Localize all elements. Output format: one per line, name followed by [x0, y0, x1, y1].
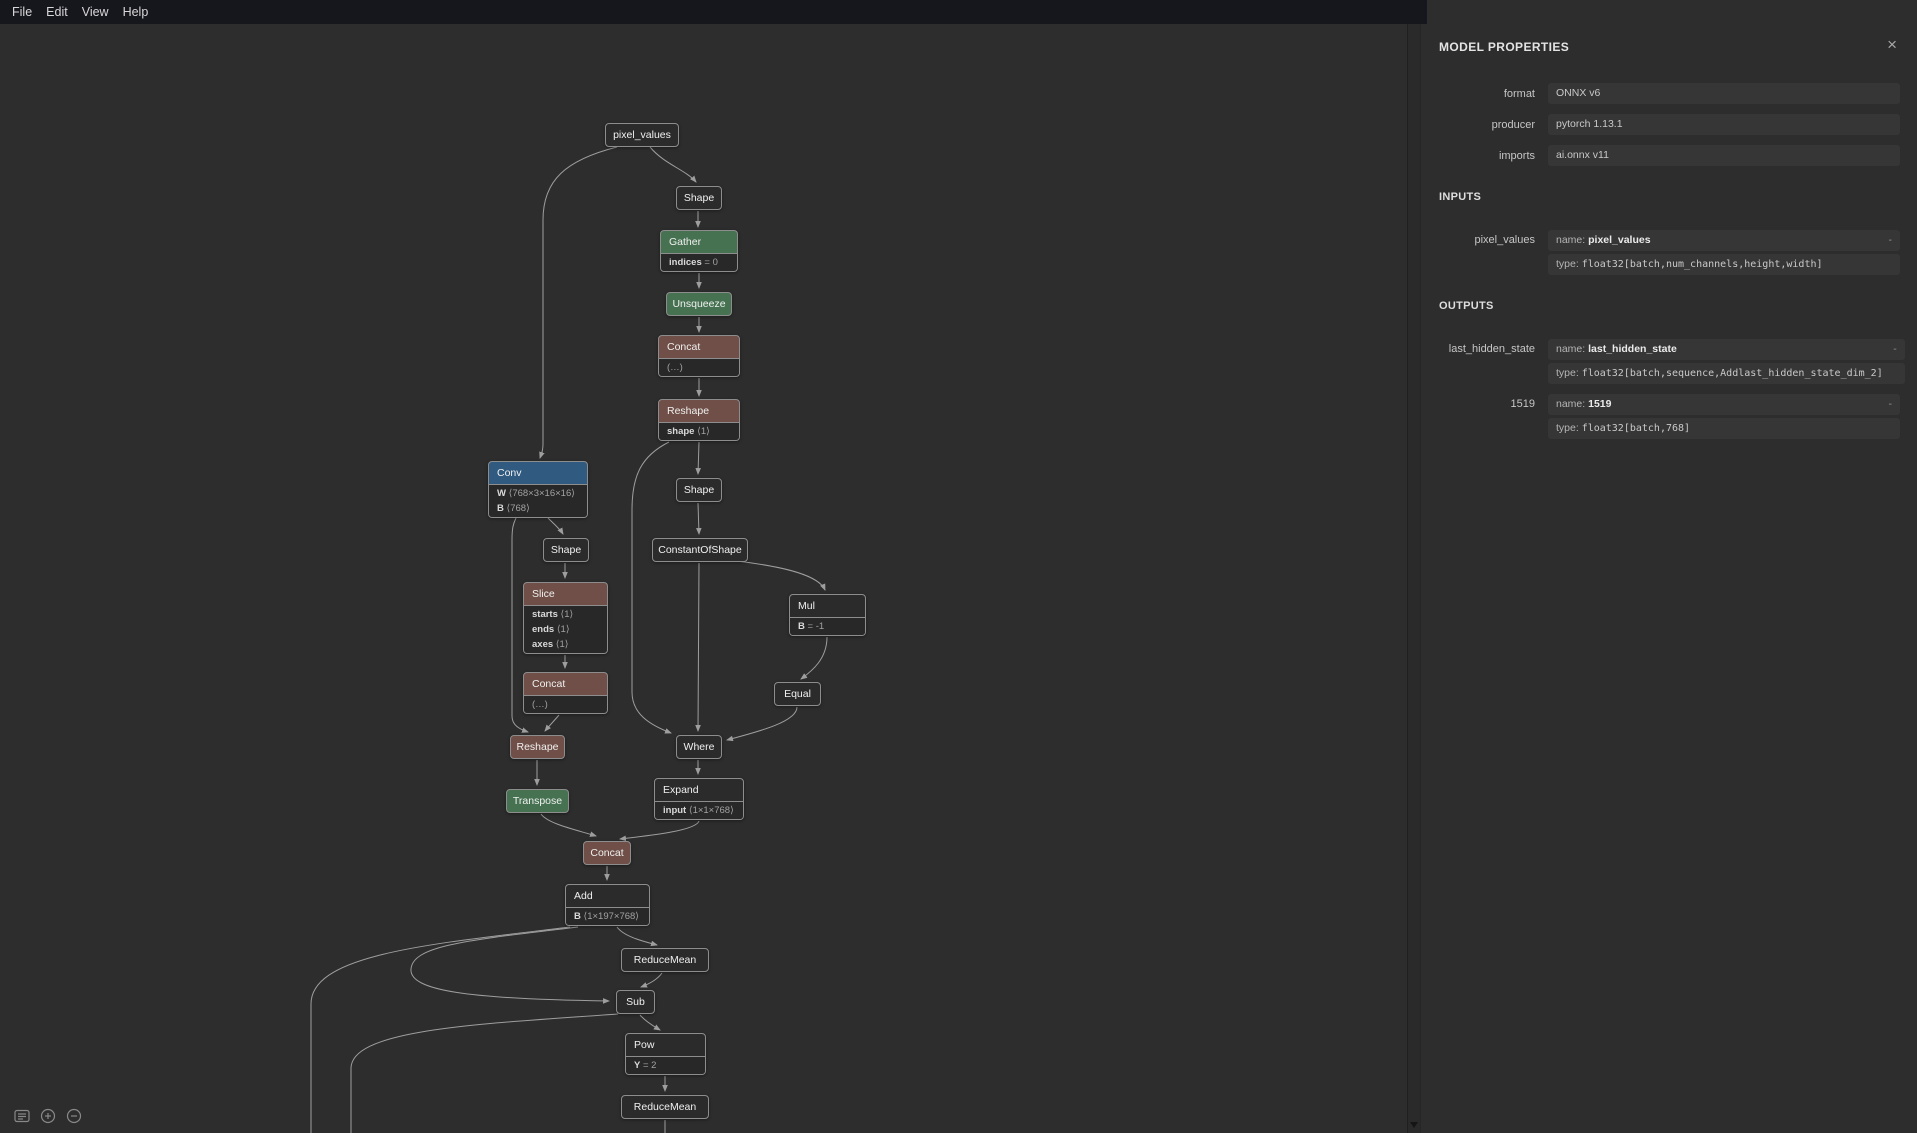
- node-label: Concat: [524, 673, 607, 695]
- graph-node-conv[interactable]: ConvW ⟨768×3×16×16⟩B ⟨768⟩: [488, 461, 588, 518]
- menu-view[interactable]: View: [77, 5, 118, 19]
- node-attributes: input ⟨1×1×768⟩: [655, 801, 743, 819]
- inputs-header: INPUTS: [1439, 191, 1917, 203]
- canvas-controls: [13, 1107, 83, 1125]
- close-icon[interactable]: ×: [1887, 36, 1897, 53]
- zoom-out-icon[interactable]: [65, 1107, 83, 1125]
- node-label: Conv: [489, 462, 587, 484]
- outputs-header: OUTPUTS: [1439, 300, 1917, 312]
- node-attributes: Y = 2: [626, 1056, 705, 1074]
- graph-node-gather[interactable]: Gatherindices = 0: [660, 230, 738, 272]
- graph-node-transpose[interactable]: Transpose: [506, 789, 569, 813]
- graph-node-where[interactable]: Where: [676, 735, 722, 759]
- io-label: last_hidden_state: [1421, 339, 1535, 384]
- node-label: ConstantOfShape: [653, 539, 747, 561]
- output-row-1519: 1519 name: 1519 - type: float32[batch,76…: [1421, 394, 1917, 439]
- property-value: pytorch 1.13.1: [1548, 114, 1900, 135]
- menu-bar: File Edit View Help: [0, 0, 1427, 24]
- node-label: Reshape: [511, 736, 564, 758]
- node-label: Where: [677, 736, 721, 758]
- collapse-toggle[interactable]: -: [1893, 339, 1897, 360]
- graph-node-pow[interactable]: PowY = 2: [625, 1033, 706, 1075]
- node-label: Gather: [661, 231, 737, 253]
- graph-node-reducemean_1[interactable]: ReduceMean: [621, 948, 709, 972]
- graph-node-reshape_2[interactable]: Reshape: [510, 735, 565, 759]
- graph-node-reshape_1[interactable]: Reshapeshape ⟨1⟩: [658, 399, 740, 441]
- node-label: Transpose: [507, 790, 568, 812]
- graph-node-shape_1[interactable]: Shape: [676, 186, 722, 210]
- node-label: Shape: [544, 539, 588, 561]
- node-attributes: (…): [524, 695, 607, 713]
- graph-node-mul[interactable]: MulB = -1: [789, 594, 866, 636]
- node-label: Concat: [659, 336, 739, 358]
- node-label: ReduceMean: [622, 1096, 708, 1118]
- property-row-imports: imports ai.onnx v11: [1421, 145, 1917, 166]
- graph-node-equal[interactable]: Equal: [774, 682, 821, 706]
- model-properties-panel: MODEL PROPERTIES × format ONNX v6 produc…: [1420, 0, 1917, 1133]
- graph-node-concat_1[interactable]: Concat(…): [658, 335, 740, 377]
- graph-node-unsqueeze[interactable]: Unsqueeze: [666, 292, 732, 316]
- io-label: pixel_values: [1421, 230, 1535, 275]
- node-label: pixel_values: [606, 124, 678, 146]
- node-attributes: B = -1: [790, 617, 865, 635]
- node-attributes: indices = 0: [661, 253, 737, 271]
- graph-node-slice[interactable]: Slicestarts ⟨1⟩ends ⟨1⟩axes ⟨1⟩: [523, 582, 608, 654]
- node-attributes: B ⟨1×197×768⟩: [566, 907, 649, 925]
- graph-node-reducemean_2[interactable]: ReduceMean: [621, 1095, 709, 1119]
- node-label: Add: [566, 885, 649, 907]
- scroll-down-icon[interactable]: [1410, 1122, 1418, 1128]
- node-label: Shape: [677, 479, 721, 501]
- graph-node-expand[interactable]: Expandinput ⟨1×1×768⟩: [654, 778, 744, 820]
- graph-node-shape_2[interactable]: Shape: [676, 478, 722, 502]
- canvas-scrollbar[interactable]: [1407, 24, 1420, 1133]
- node-label: Reshape: [659, 400, 739, 422]
- node-attributes: starts ⟨1⟩ends ⟨1⟩axes ⟨1⟩: [524, 605, 607, 653]
- node-label: Mul: [790, 595, 865, 617]
- collapse-toggle[interactable]: -: [1889, 394, 1893, 415]
- panel-title: MODEL PROPERTIES: [1439, 40, 1917, 54]
- io-type-field: type: float32[batch,num_channels,height,…: [1548, 254, 1900, 275]
- menu-file[interactable]: File: [7, 5, 41, 19]
- menu-edit[interactable]: Edit: [41, 5, 77, 19]
- io-label: 1519: [1421, 394, 1535, 439]
- graph-node-pixel_values[interactable]: pixel_values: [605, 123, 679, 147]
- io-name-field: name: pixel_values -: [1548, 230, 1900, 251]
- graph-node-constantofshape[interactable]: ConstantOfShape: [652, 538, 748, 562]
- zoom-in-icon[interactable]: [39, 1107, 57, 1125]
- node-attributes: W ⟨768×3×16×16⟩B ⟨768⟩: [489, 484, 587, 517]
- graph-node-shape_3[interactable]: Shape: [543, 538, 589, 562]
- node-label: Unsqueeze: [667, 293, 731, 315]
- graph-canvas[interactable]: pixel_values Shape Gatherindices = 0 Unsque…: [0, 24, 1420, 1133]
- collapse-toggle[interactable]: -: [1889, 230, 1893, 251]
- node-label: Expand: [655, 779, 743, 801]
- graph-node-concat_2[interactable]: Concat(…): [523, 672, 608, 714]
- property-label: imports: [1421, 150, 1535, 162]
- property-label: producer: [1421, 119, 1535, 131]
- node-label: Slice: [524, 583, 607, 605]
- property-row-format: format ONNX v6: [1421, 83, 1917, 104]
- io-type-field: type: float32[batch,768]: [1548, 418, 1900, 439]
- menu-help[interactable]: Help: [118, 5, 158, 19]
- node-label: Sub: [617, 991, 654, 1013]
- io-name-field: name: 1519 -: [1548, 394, 1900, 415]
- property-row-producer: producer pytorch 1.13.1: [1421, 114, 1917, 135]
- graph-node-concat_3[interactable]: Concat: [583, 841, 631, 865]
- node-attributes: (…): [659, 358, 739, 376]
- node-label: Concat: [584, 842, 630, 864]
- node-label: Shape: [677, 187, 721, 209]
- io-name-field: name: last_hidden_state -: [1548, 339, 1905, 360]
- graph-node-sub[interactable]: Sub: [616, 990, 655, 1014]
- node-label: ReduceMean: [622, 949, 708, 971]
- property-value: ONNX v6: [1548, 83, 1900, 104]
- node-label: Equal: [775, 683, 820, 705]
- property-label: format: [1421, 88, 1535, 100]
- io-type-field: type: float32[batch,sequence,Addlast_hid…: [1548, 363, 1905, 384]
- property-value: ai.onnx v11: [1548, 145, 1900, 166]
- list-icon[interactable]: [13, 1107, 31, 1125]
- node-attributes: shape ⟨1⟩: [659, 422, 739, 440]
- graph-node-add[interactable]: AddB ⟨1×197×768⟩: [565, 884, 650, 926]
- output-row-last-hidden-state: last_hidden_state name: last_hidden_stat…: [1421, 339, 1917, 384]
- input-row-pixel-values: pixel_values name: pixel_values - type: …: [1421, 230, 1917, 275]
- node-label: Pow: [626, 1034, 705, 1056]
